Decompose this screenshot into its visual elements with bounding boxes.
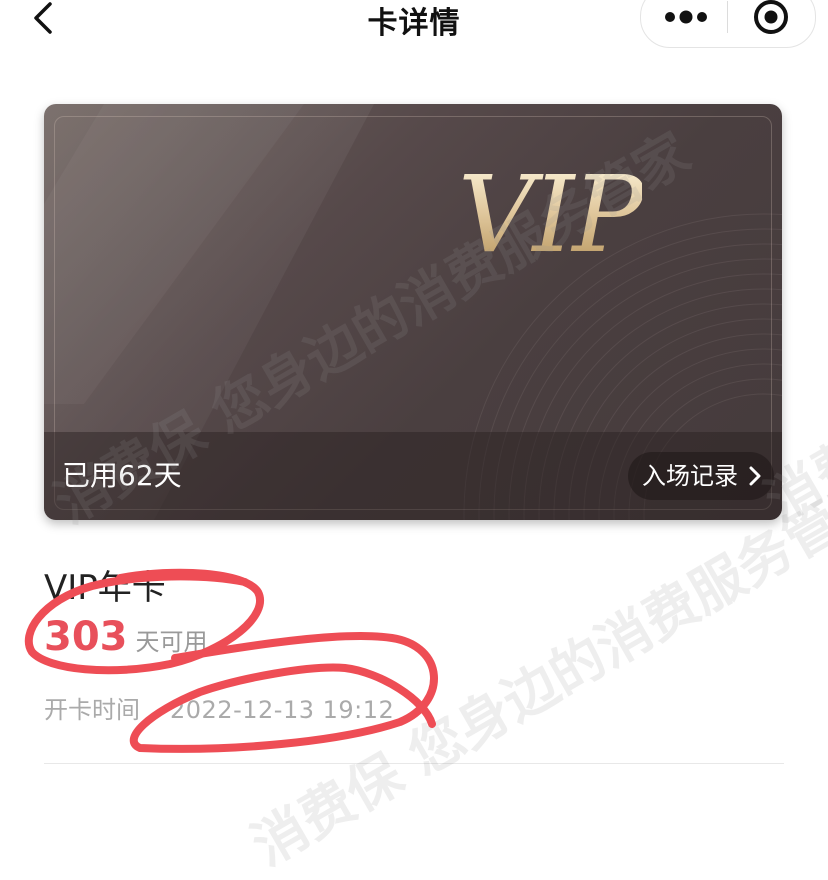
- open-time-row: 开卡时间 2022-12-13 19:12: [44, 690, 394, 725]
- chevron-right-icon: [749, 466, 761, 486]
- entry-records-button[interactable]: 入场记录: [628, 452, 774, 500]
- entry-records-label: 入场记录: [642, 462, 738, 490]
- remaining-days-unit: 天可用: [135, 628, 208, 656]
- open-time-value: 2022-12-13 19:12: [170, 696, 395, 724]
- used-days-label: 已用62天: [62, 459, 182, 492]
- more-dots-icon: [665, 10, 707, 24]
- target-circle-icon: [754, 0, 788, 34]
- section-divider: [44, 763, 784, 764]
- card-name: VIP年卡: [44, 568, 166, 608]
- close-miniapp-button[interactable]: [728, 0, 814, 47]
- miniapp-capsule: [640, 0, 816, 48]
- vip-logo: VIP: [458, 153, 644, 276]
- remaining-days: 303 天可用: [44, 614, 208, 660]
- remaining-days-number: 303: [44, 614, 128, 660]
- vip-card[interactable]: VIP 已用62天 入场记录: [44, 104, 782, 520]
- more-button[interactable]: [641, 0, 727, 47]
- navigation-bar: 卡详情: [0, 0, 828, 48]
- open-time-label: 开卡时间: [44, 696, 140, 724]
- card-footer: 已用62天 入场记录: [44, 432, 782, 520]
